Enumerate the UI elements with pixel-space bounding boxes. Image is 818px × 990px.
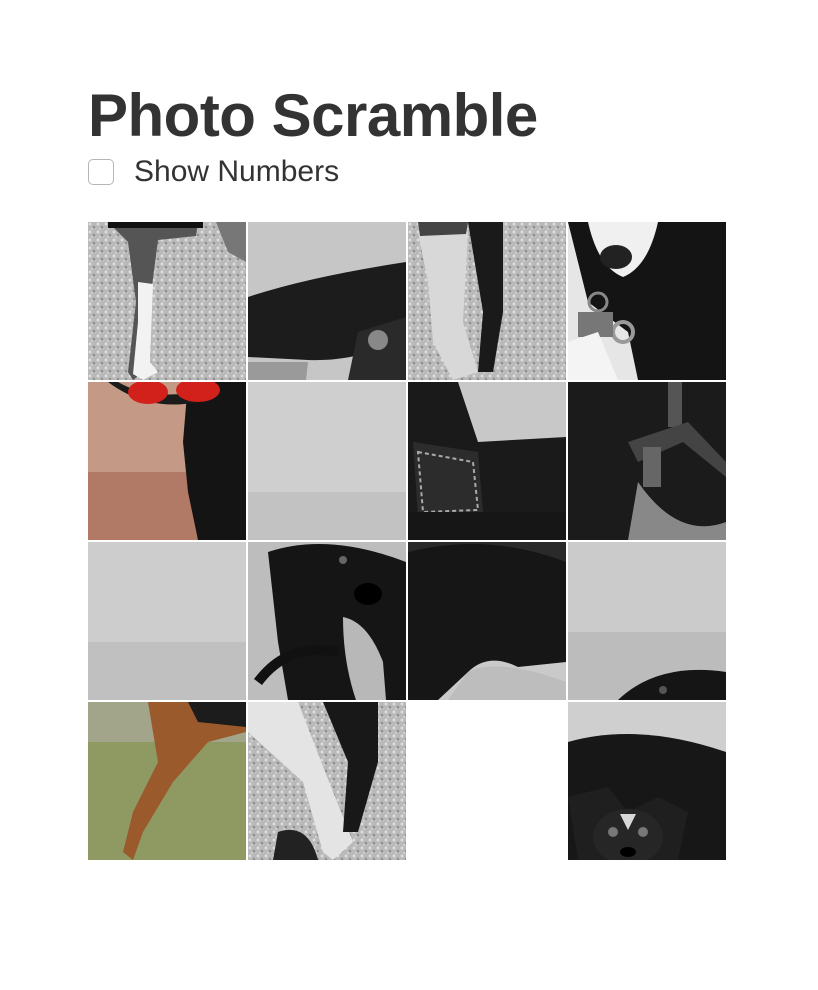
tile-photo — [88, 542, 246, 700]
puzzle-tile[interactable]: 3 — [408, 222, 566, 380]
tile-photo — [88, 382, 246, 540]
tile-photo — [248, 542, 406, 700]
tile-photo — [88, 222, 246, 380]
puzzle-tile[interactable]: 6 — [248, 382, 406, 540]
tile-photo — [568, 542, 726, 700]
tile-photo — [568, 222, 726, 380]
puzzle-tile[interactable]: 1 — [88, 222, 246, 380]
show-numbers-option[interactable]: Show Numbers — [88, 155, 339, 189]
puzzle-tile[interactable]: 14 — [248, 702, 406, 860]
tile-photo — [408, 382, 566, 540]
puzzle-tile[interactable]: 4 — [568, 222, 726, 380]
puzzle-tile[interactable]: 13 — [88, 702, 246, 860]
page-title: Photo Scramble — [88, 82, 538, 149]
puzzle-tile[interactable]: 8 — [568, 382, 726, 540]
puzzle-tile[interactable]: 12 — [568, 542, 726, 700]
tile-photo — [568, 382, 726, 540]
tile-photo — [248, 222, 406, 380]
puzzle-tile[interactable]: 5 — [88, 382, 246, 540]
show-numbers-checkbox[interactable] — [88, 159, 114, 185]
tile-photo — [88, 702, 246, 860]
tile-photo — [568, 702, 726, 860]
tile-photo — [248, 702, 406, 860]
puzzle-tile[interactable]: 10 — [248, 542, 406, 700]
show-numbers-label[interactable]: Show Numbers — [134, 155, 339, 189]
puzzle-board: 123456789101112131415 — [88, 222, 728, 862]
puzzle-tile[interactable]: 15 — [568, 702, 726, 860]
puzzle-tile[interactable]: 9 — [88, 542, 246, 700]
puzzle-tile[interactable]: 7 — [408, 382, 566, 540]
empty-slot — [408, 702, 566, 860]
tile-photo — [248, 382, 406, 540]
puzzle-tile[interactable]: 11 — [408, 542, 566, 700]
tile-photo — [408, 222, 566, 380]
puzzle-tile[interactable]: 2 — [248, 222, 406, 380]
tile-photo — [408, 542, 566, 700]
